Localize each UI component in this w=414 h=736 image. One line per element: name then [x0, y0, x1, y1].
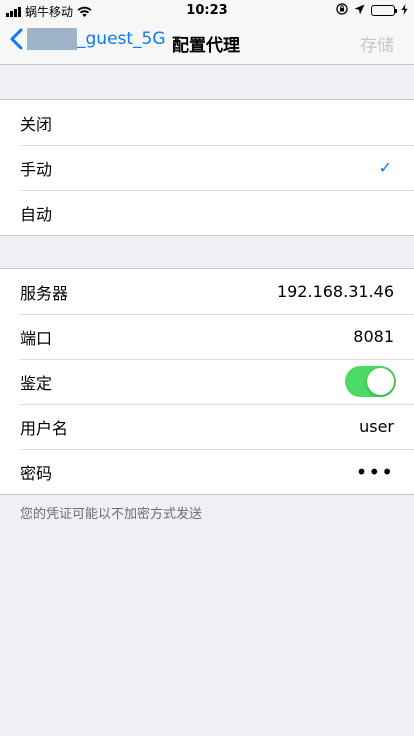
status-bar: 蜗牛移动 10:23	[0, 0, 414, 20]
authentication-row: 鉴定	[0, 359, 414, 404]
port-field[interactable]: 8081	[353, 327, 394, 346]
status-right	[336, 3, 408, 18]
server-label: 服务器	[20, 283, 69, 303]
password-label: 密码	[20, 463, 53, 483]
back-button[interactable]: _guest_5G	[10, 28, 166, 50]
page-title: 配置代理	[172, 36, 240, 56]
security-footnote: 您的凭证可能以不加密方式发送	[20, 507, 203, 522]
back-label: _guest_5G	[77, 29, 166, 49]
username-row[interactable]: 用户名 user	[0, 404, 414, 449]
password-row[interactable]: 密码 •••	[0, 449, 414, 494]
authentication-label: 鉴定	[20, 373, 53, 393]
navigation-bar: _guest_5G 配置代理 存储	[0, 20, 414, 65]
proxy-settings-group: 服务器 192.168.31.46 端口 8081 鉴定 用户名 user 密码…	[0, 268, 414, 495]
chevron-left-icon	[10, 28, 23, 50]
proxy-mode-group: 关闭 手动 ✓ 自动	[0, 99, 414, 236]
proxy-mode-label: 关闭	[20, 114, 53, 134]
server-row[interactable]: 服务器 192.168.31.46	[0, 269, 414, 314]
proxy-mode-auto[interactable]: 自动	[0, 190, 414, 235]
username-field[interactable]: user	[359, 417, 394, 436]
port-row[interactable]: 端口 8081	[0, 314, 414, 359]
orientation-lock-icon	[336, 3, 348, 18]
proxy-mode-off[interactable]: 关闭	[0, 100, 414, 145]
location-icon	[354, 4, 365, 18]
charging-icon	[401, 3, 408, 18]
toggle-knob	[367, 368, 394, 395]
authentication-toggle[interactable]	[345, 366, 396, 397]
proxy-mode-label: 自动	[20, 204, 53, 224]
battery-icon	[371, 5, 397, 16]
server-field[interactable]: 192.168.31.46	[277, 282, 394, 301]
password-field[interactable]: •••	[356, 460, 394, 484]
proxy-mode-label: 手动	[20, 159, 53, 179]
proxy-mode-manual[interactable]: 手动 ✓	[0, 145, 414, 190]
save-button[interactable]: 存储	[360, 31, 394, 56]
checkmark-icon: ✓	[378, 158, 392, 177]
redacted-network-name	[27, 28, 77, 50]
username-label: 用户名	[20, 418, 69, 438]
port-label: 端口	[20, 328, 53, 348]
